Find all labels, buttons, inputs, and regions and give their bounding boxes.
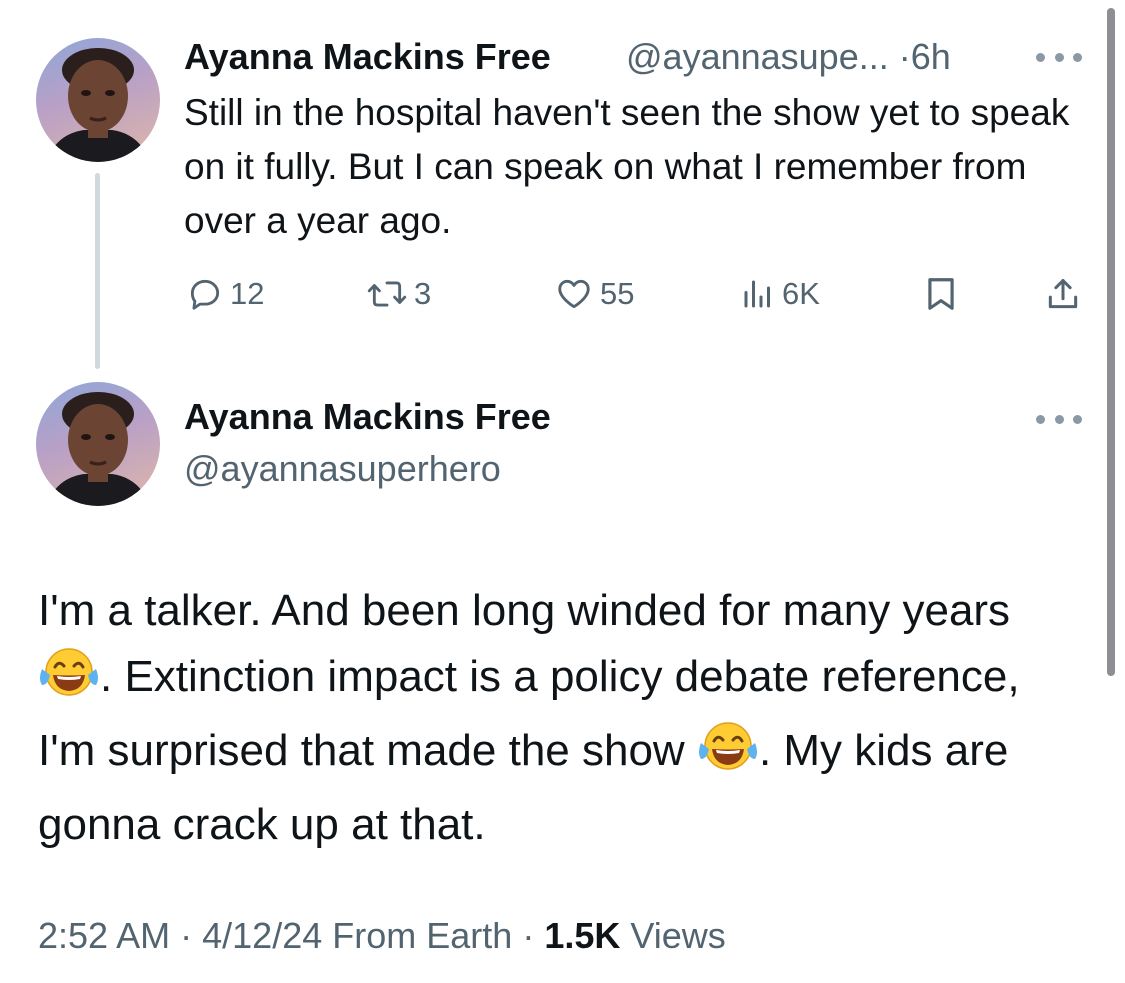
tweet-date[interactable]: 4/12/24 (202, 915, 322, 956)
tweet-actions: 12 3 55 6K (0, 272, 1125, 316)
views-count: 6K (782, 276, 820, 311)
tears-of-joy-emoji-icon (697, 719, 759, 792)
meta-separator: · (898, 36, 911, 77)
footer-separator: · (522, 915, 535, 956)
author-name[interactable]: Ayanna Mackins Free (184, 396, 551, 438)
author-handle[interactable]: @ayannasupe... (626, 36, 889, 77)
analytics-icon (744, 280, 770, 308)
tweet-location: From Earth (332, 915, 513, 956)
reply-button[interactable]: 12 (186, 272, 264, 316)
reply-count: 12 (230, 276, 265, 311)
author-name[interactable]: Ayanna Mackins Free (184, 36, 551, 78)
views-label: Views (630, 915, 726, 956)
repost-button[interactable]: 3 (366, 272, 431, 316)
avatar[interactable] (36, 38, 160, 162)
views-count: 1.5K (544, 915, 621, 956)
reply-icon (190, 279, 220, 310)
scrollbar[interactable] (1107, 8, 1115, 676)
more-options-icon[interactable] (1036, 50, 1082, 64)
tweet-meta: @ayannasupe... ·6h (626, 36, 951, 78)
repost-icon (367, 281, 407, 307)
thread-connector-line (95, 173, 100, 369)
heart-icon (558, 279, 590, 309)
share-icon (1048, 279, 1078, 309)
tweet-footer: 2:52 AM · 4/12/24 From Earth · 1.5K View… (38, 915, 726, 957)
views-button[interactable]: 6K (740, 272, 820, 316)
tweet-timestamp[interactable]: 2:52 AM (38, 915, 170, 956)
bookmark-button[interactable] (924, 272, 958, 316)
tweet-time[interactable]: 6h (911, 36, 951, 77)
share-button[interactable] (1044, 272, 1082, 316)
author-handle[interactable]: @ayannasuperhero (184, 448, 501, 490)
bookmark-icon (928, 278, 954, 310)
footer-separator: · (180, 915, 193, 956)
like-count: 55 (600, 276, 635, 311)
avatar-photo (46, 392, 150, 506)
repost-count: 3 (414, 276, 432, 311)
tweet-text-part: I'm a talker. And been long winded for m… (38, 586, 1011, 635)
tears-of-joy-emoji-icon (38, 645, 100, 718)
more-options-icon[interactable] (1036, 412, 1082, 426)
tweet-text: I'm a talker. And been long winded for m… (38, 578, 1068, 858)
like-button[interactable]: 55 (554, 272, 634, 316)
avatar-photo (46, 48, 150, 162)
avatar[interactable] (36, 382, 160, 506)
tweet-text: Still in the hospital haven't seen the s… (184, 92, 1070, 241)
